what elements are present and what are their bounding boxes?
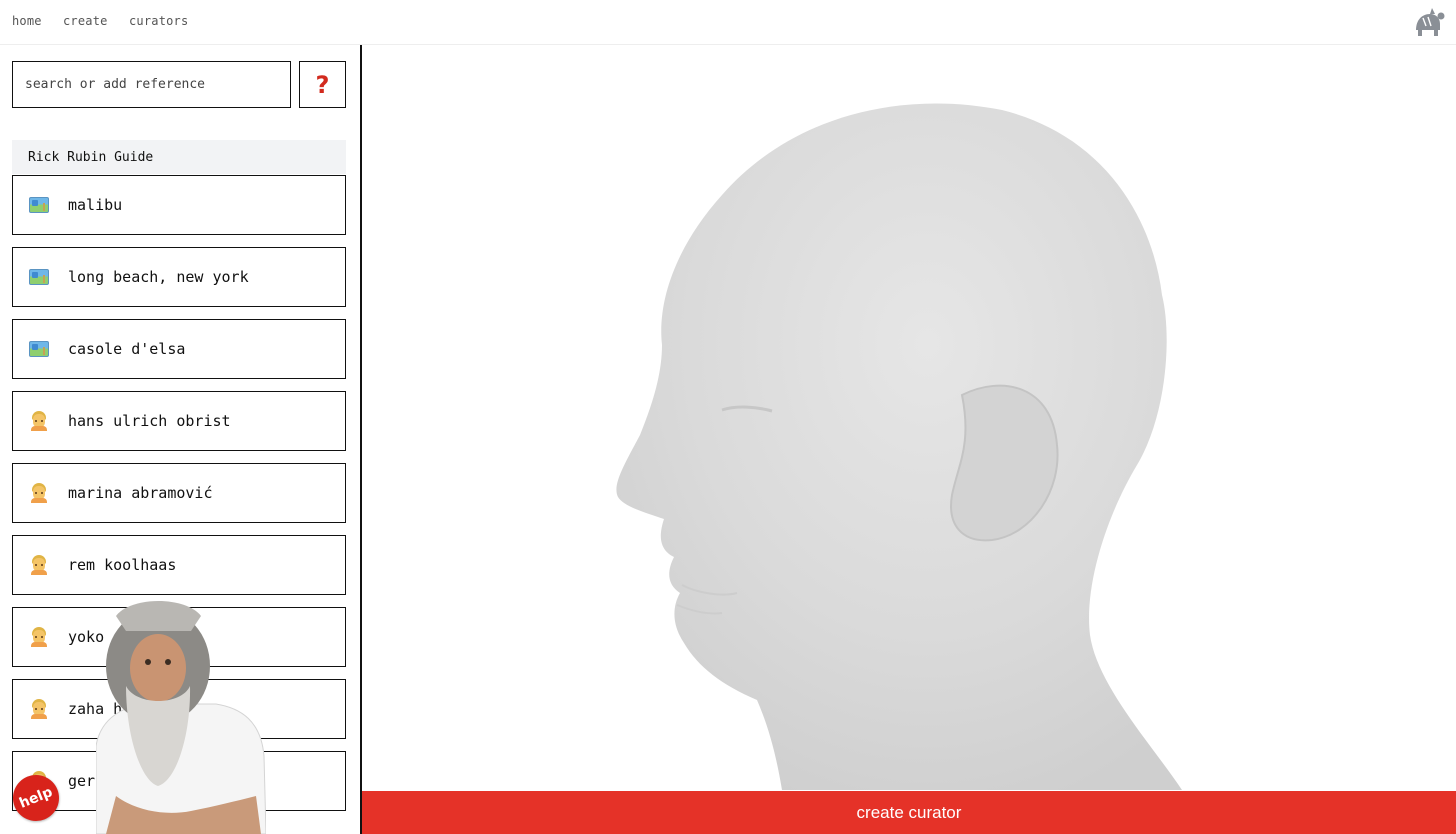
section-title: Rick Rubin Guide (28, 149, 154, 165)
map-icon (28, 266, 50, 288)
nav-link-home[interactable]: home (12, 14, 42, 28)
reference-label: casole d'elsa (68, 340, 186, 358)
create-curator-button[interactable]: create curator (362, 791, 1456, 834)
mannequin-head-image (616, 103, 1182, 790)
top-nav: home create curators (0, 0, 1456, 45)
section-header: Rick Rubin Guide (12, 140, 346, 174)
map-icon (28, 194, 50, 216)
person-icon (28, 554, 50, 576)
person-icon (28, 410, 50, 432)
turtle-logo-icon[interactable] (1412, 6, 1446, 38)
reference-item-malibu[interactable]: malibu (12, 175, 346, 235)
person-icon (28, 482, 50, 504)
reference-label: marina abramović (68, 484, 213, 502)
reference-label: rem koolhaas (68, 556, 177, 574)
reference-label: hans ulrich obrist (68, 412, 231, 430)
guide-avatar[interactable] (96, 596, 266, 834)
search-input[interactable] (12, 61, 291, 108)
reference-item-casole[interactable]: casole d'elsa (12, 319, 346, 379)
reference-item-koolhaas[interactable]: rem koolhaas (12, 535, 346, 595)
reference-item-long-beach[interactable]: long beach, new york (12, 247, 346, 307)
nav-link-create[interactable]: create (63, 14, 108, 28)
head-viewport[interactable] (362, 45, 1456, 791)
reference-item-abramovic[interactable]: marina abramović (12, 463, 346, 523)
help-question-button[interactable]: ? (299, 61, 346, 108)
help-badge-label: help (17, 784, 55, 812)
reference-label: long beach, new york (68, 268, 249, 286)
person-icon (28, 626, 50, 648)
map-icon (28, 338, 50, 360)
person-icon (28, 698, 50, 720)
reference-item-obrist[interactable]: hans ulrich obrist (12, 391, 346, 451)
nav-link-curators[interactable]: curators (129, 14, 188, 28)
reference-label: malibu (68, 196, 123, 214)
